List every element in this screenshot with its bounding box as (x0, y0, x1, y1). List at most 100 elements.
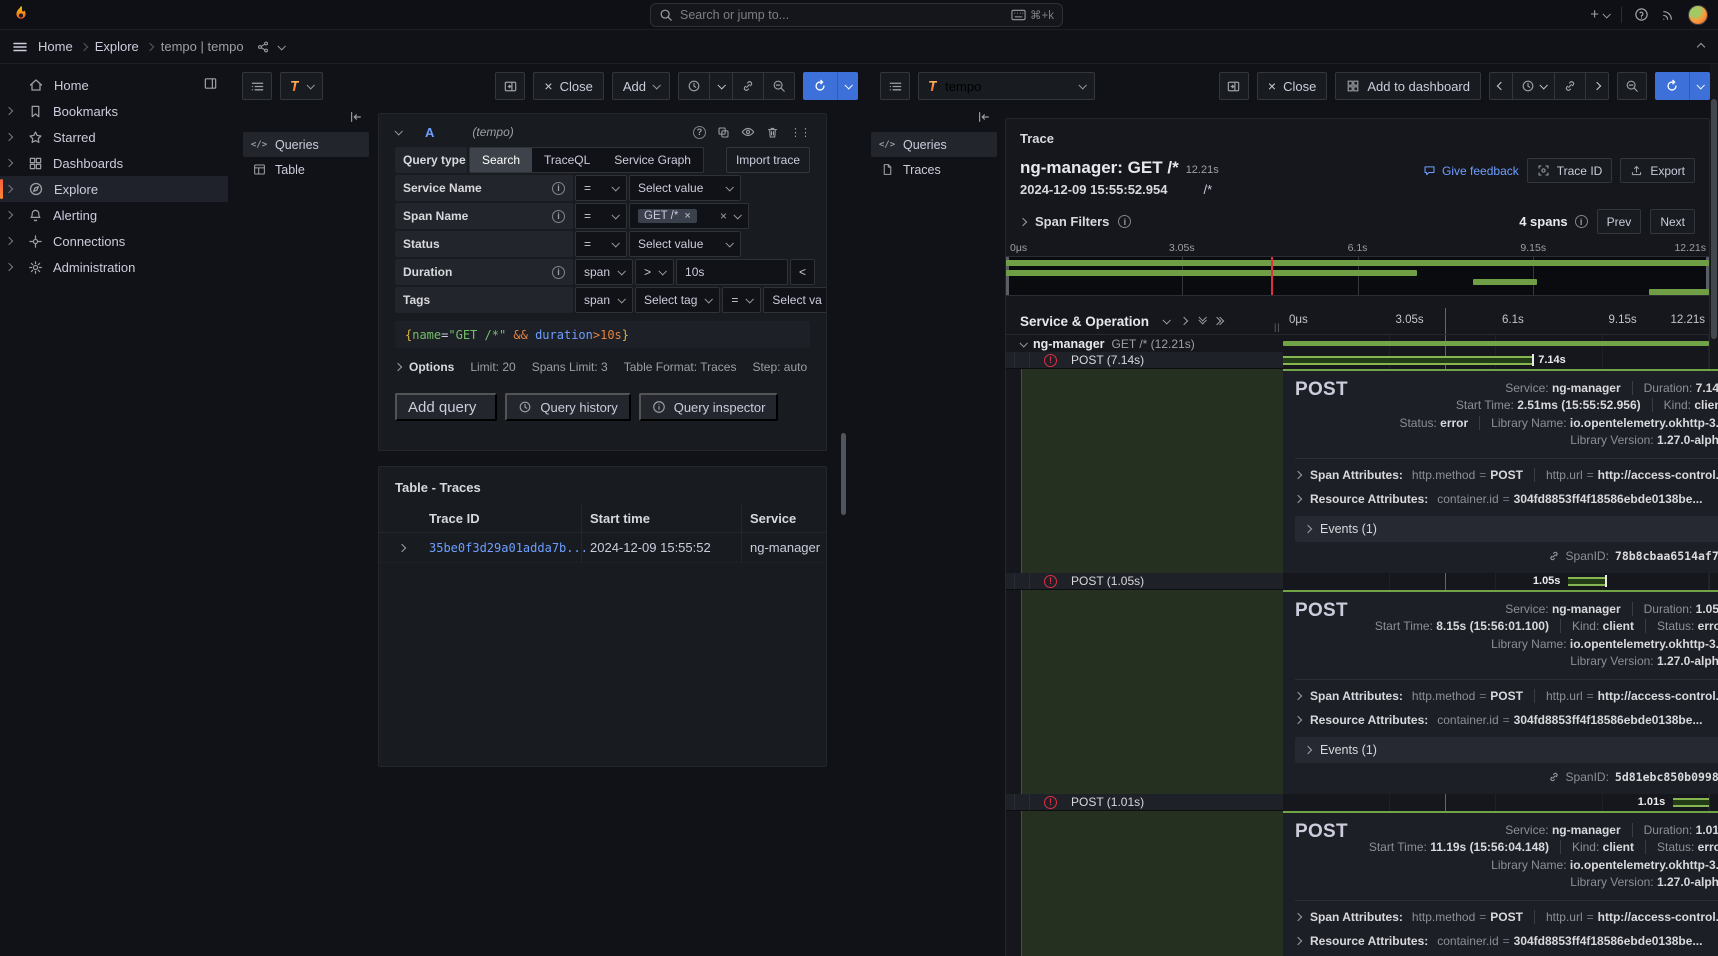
query-row-header[interactable]: A (tempo) ? ⋮⋮ (395, 119, 810, 145)
give-feedback-link[interactable]: Give feedback (1423, 164, 1519, 178)
sort-chevron-down-icon[interactable] (1163, 316, 1171, 324)
help-icon[interactable] (1634, 7, 1649, 22)
query-rows-icon[interactable] (242, 72, 272, 100)
span-bar[interactable] (1673, 798, 1709, 807)
pane-nav-table[interactable]: Table (243, 157, 369, 182)
duration-operator-2[interactable]: < (790, 259, 815, 285)
minimap-span-bar[interactable] (1006, 270, 1417, 276)
resource-attributes-row[interactable]: Resource Attributes:container.id=304fd88… (1295, 487, 1718, 511)
import-trace-button[interactable]: Import trace (726, 147, 810, 173)
news-icon[interactable] (1661, 7, 1676, 22)
span-bar[interactable] (1283, 356, 1532, 365)
refresh-icon[interactable] (1655, 72, 1689, 100)
expand-section-icon[interactable] (5, 185, 13, 193)
link-icon[interactable] (1548, 771, 1560, 783)
add-new-button[interactable]: + (1590, 6, 1609, 23)
span-row[interactable]: ! POST (1.01s) 1.01s (1006, 794, 1709, 811)
col-start-time[interactable]: Start time (581, 505, 741, 532)
time-picker-button[interactable] (679, 73, 710, 99)
service-name-operator[interactable]: = (575, 175, 627, 201)
copy-icon[interactable] (717, 126, 730, 139)
span-attributes-row[interactable]: Span Attributes:http.method=POSThttp.url… (1295, 463, 1718, 487)
pane-nav-queries[interactable]: </> Queries (243, 132, 369, 157)
query-type-service-graph[interactable]: Service Graph (602, 148, 703, 172)
sidebar-item-administration[interactable]: Administration (0, 254, 228, 280)
trace-id-button[interactable]: Trace ID (1527, 158, 1613, 183)
chevron-down-icon[interactable] (277, 42, 285, 50)
sidebar-item-dashboards[interactable]: Dashboards (0, 150, 228, 176)
refresh-icon[interactable] (803, 72, 837, 100)
tags-scope[interactable]: span (575, 287, 633, 313)
sidebar-item-connections[interactable]: Connections (0, 228, 228, 254)
add-to-dashboard-button[interactable]: Add to dashboard (1335, 72, 1481, 100)
sidebar-item-explore[interactable]: Explore (0, 176, 228, 202)
root-span-bar[interactable] (1283, 341, 1709, 346)
export-button[interactable]: Export (1620, 158, 1695, 183)
expand-filters-icon[interactable] (1019, 217, 1027, 225)
query-rows-icon[interactable] (880, 72, 910, 100)
minimap-span-bar[interactable] (1473, 279, 1536, 285)
expand-section-icon[interactable] (5, 211, 13, 219)
user-avatar[interactable] (1688, 5, 1708, 25)
breadcrumb-explore[interactable]: Explore (95, 39, 139, 54)
expand-section-icon[interactable] (5, 159, 13, 167)
status-value[interactable]: Select value (629, 231, 741, 257)
remove-chip-icon[interactable]: × (684, 210, 690, 222)
span-row[interactable]: ! POST (7.14s) 7.14s (1006, 352, 1709, 369)
span-attributes-row[interactable]: Span Attributes:http.method=POSThttp.url… (1295, 684, 1718, 708)
minimap-span-bar[interactable] (1649, 289, 1709, 295)
duration-input[interactable] (676, 259, 788, 285)
sidebar-item-alerting[interactable]: Alerting (0, 202, 228, 228)
menu-icon[interactable] (12, 39, 28, 55)
events-row[interactable]: Events (1) (1295, 516, 1718, 542)
run-query-dropdown[interactable] (1689, 72, 1710, 100)
time-picker-dropdown[interactable] (710, 73, 733, 99)
time-forward-icon[interactable] (1586, 73, 1608, 99)
span-filters-label[interactable]: Span Filters (1035, 214, 1109, 229)
close-pane-button[interactable]: ×Close (533, 72, 603, 100)
sidebar-item-home[interactable]: Home (0, 72, 228, 98)
col-service[interactable]: Service (741, 505, 826, 532)
minimap-canvas[interactable] (1006, 256, 1709, 296)
run-query-dropdown[interactable] (837, 72, 858, 100)
scrollbar-thumb[interactable] (1711, 99, 1717, 339)
trash-icon[interactable] (766, 126, 779, 139)
span-name-chip[interactable]: GET /*× (638, 209, 697, 223)
duration-scope[interactable]: span (575, 259, 633, 285)
link-icon[interactable] (1548, 550, 1560, 562)
minimap-span-bar[interactable] (1006, 260, 1709, 266)
expand-section-icon[interactable] (5, 237, 13, 245)
duration-operator[interactable]: > (635, 259, 674, 285)
add-button[interactable]: Add (612, 72, 670, 100)
query-inspector-button[interactable]: Query inspector (639, 393, 779, 421)
span-attributes-row[interactable]: Span Attributes:http.method=POSThttp.url… (1295, 905, 1718, 929)
split-pane-icon[interactable] (1219, 72, 1249, 100)
expand-row-icon[interactable] (398, 543, 406, 551)
zoom-out-icon[interactable] (1617, 72, 1647, 100)
service-operation-header[interactable]: Service & Operation (1020, 314, 1149, 329)
expand-all-icon[interactable] (1217, 318, 1223, 324)
tags-tag-select[interactable]: Select tag (635, 287, 720, 313)
column-resize-handle[interactable]: || (1274, 322, 1281, 332)
span-name-value[interactable]: GET /*×× (629, 203, 749, 229)
query-type-search[interactable]: Search (470, 148, 532, 172)
query-type-traceql[interactable]: TraceQL (532, 148, 602, 172)
share-icon[interactable] (256, 40, 270, 54)
events-row[interactable]: Events (1) (1295, 737, 1718, 763)
search-input[interactable]: Search or jump to... ⌘+k (650, 3, 1063, 27)
grafana-logo-icon[interactable] (10, 4, 32, 26)
link-icon[interactable] (733, 73, 764, 99)
datasource-picker[interactable]: Ttempo (918, 72, 1095, 100)
datasource-picker[interactable]: T (280, 72, 323, 100)
time-picker-button[interactable] (1513, 73, 1555, 99)
sidebar-item-starred[interactable]: Starred (0, 124, 228, 150)
close-pane-button[interactable]: ×Close (1257, 72, 1327, 100)
resource-attributes-row[interactable]: Resource Attributes:container.id=304fd88… (1295, 929, 1718, 953)
pane-nav-queries[interactable]: </> Queries (871, 132, 997, 157)
split-pane-icon[interactable] (495, 72, 525, 100)
root-span-row[interactable]: ng-manager GET /* (12.21s) (1006, 335, 1709, 352)
drag-handle-icon[interactable]: ⋮⋮ (790, 126, 810, 139)
prev-button[interactable]: Prev (1597, 209, 1642, 234)
left-pane-scrollbar[interactable] (841, 433, 846, 515)
span-bar[interactable] (1568, 577, 1605, 586)
